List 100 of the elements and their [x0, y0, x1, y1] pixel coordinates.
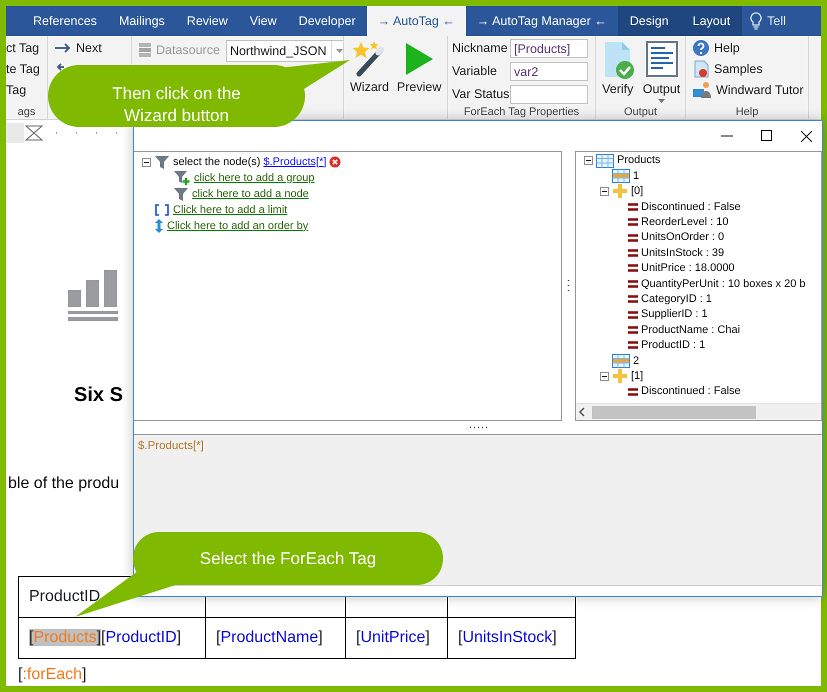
- funnel-plus-icon: [173, 170, 191, 186]
- ribbon-button[interactable]: te Tag: [6, 59, 43, 79]
- close-icon[interactable]: [801, 130, 812, 142]
- query-link[interactable]: Click here to add an order by: [167, 218, 308, 234]
- expression-text: $.Products[*]: [138, 440, 204, 452]
- equals-icon: [628, 234, 638, 242]
- ribbon-tab[interactable]: Developer: [288, 6, 367, 36]
- ribbon-button[interactable]: Help: [690, 38, 804, 58]
- delete-icon[interactable]: [329, 156, 342, 168]
- ribbon-tab[interactable]: Design: [618, 6, 681, 36]
- template-tag: [Products]: [29, 629, 102, 646]
- caret-icon: [336, 49, 343, 53]
- equals-icon: [628, 249, 638, 258]
- person-monitor-icon: [692, 81, 712, 99]
- equals-icon: [628, 341, 638, 350]
- tree-item[interactable]: CategoryID : 1: [641, 290, 712, 308]
- database-icon: [138, 42, 152, 58]
- equals-icon: [628, 218, 638, 226]
- ribbon-button[interactable]: Samples: [690, 59, 804, 79]
- equals-icon: [628, 388, 638, 396]
- next-button[interactable]: Next: [52, 38, 127, 58]
- tell-me-field[interactable]: Tell: [767, 12, 786, 30]
- tree-item[interactable]: Discontinued : False: [641, 198, 741, 216]
- right-arrow-icon: [54, 43, 72, 53]
- tree-item[interactable]: UnitsInStock : 39: [641, 244, 724, 262]
- funnel-icon: [173, 186, 189, 202]
- document-lines-icon: [644, 40, 678, 80]
- tree-item[interactable]: [1]: [631, 368, 644, 384]
- cross-icon: [612, 368, 628, 384]
- collapse-icon[interactable]: [584, 156, 593, 166]
- ribbon-tab[interactable]: → AutoTag ←: [366, 6, 466, 36]
- tree-item[interactable]: 2: [633, 352, 640, 370]
- maximize-icon[interactable]: [761, 130, 773, 142]
- ribbon-button[interactable]: Verify: [598, 38, 637, 105]
- query-link[interactable]: click here to add a node: [192, 186, 309, 202]
- tree-item[interactable]: [0]: [631, 183, 644, 200]
- ribbon-tab[interactable]: Layout: [680, 6, 742, 36]
- document-seal-icon: [692, 60, 710, 78]
- equals-icon: [628, 202, 638, 211]
- tree-item[interactable]: QuantityPerUnit : 10 boxes x 20 b: [641, 276, 806, 292]
- tree-item[interactable]: UnitPrice : 18.0000: [641, 260, 735, 277]
- ribbon-tab[interactable]: → AutoTag Manager ←: [466, 6, 618, 36]
- chart-icon: [68, 270, 120, 322]
- table-icon: [596, 154, 614, 168]
- equals-icon: [628, 295, 638, 304]
- ribbon-tab[interactable]: Mailings: [108, 6, 176, 36]
- document-heading: Six S: [74, 383, 123, 408]
- query-link[interactable]: Click here to add a limit: [173, 202, 288, 218]
- equals-icon: [628, 264, 638, 272]
- tree-item[interactable]: ProductName : Chai: [641, 322, 740, 338]
- table-icon: [612, 169, 630, 184]
- cross-icon: [612, 183, 628, 200]
- play-icon: [403, 40, 436, 78]
- document-text: ble of the produ: [8, 474, 120, 494]
- ribbon-tab[interactable]: View: [238, 6, 288, 36]
- collapse-icon[interactable]: [600, 186, 609, 196]
- left-arrow-icon[interactable]: [56, 63, 64, 71]
- tree-item[interactable]: Discontinued : False: [641, 383, 741, 400]
- ribbon-button[interactable]: Output: [640, 38, 682, 105]
- input-field[interactable]: [510, 85, 588, 104]
- collapse-icon[interactable]: [142, 158, 151, 166]
- equals-icon: [628, 310, 638, 319]
- query-link[interactable]: $.Products[*]: [263, 154, 326, 170]
- tree-item[interactable]: Products: [617, 152, 660, 169]
- horizontal-scrollbar[interactable]: [576, 403, 821, 420]
- input-field[interactable]: var2: [510, 62, 588, 81]
- collapse-icon[interactable]: [600, 372, 609, 381]
- tree-label: select the node(s): [173, 154, 260, 170]
- tree-item[interactable]: UnitsOnOrder : 0: [641, 229, 724, 246]
- input-field[interactable]: [Products]: [510, 39, 588, 58]
- up-down-arrow-icon: [154, 218, 164, 234]
- funnel-icon: [154, 154, 170, 170]
- help-icon: [692, 39, 710, 57]
- field-label: Var Status: [452, 86, 510, 104]
- ribbon-button[interactable]: ct Tag: [6, 38, 43, 58]
- group-label: Help: [734, 105, 760, 119]
- ribbon-button[interactable]: Preview: [394, 38, 444, 105]
- ribbon-tab[interactable]: References: [22, 6, 108, 36]
- lightbulb-icon[interactable]: [750, 12, 762, 30]
- caret-icon: [658, 98, 665, 103]
- table-header: ProductID: [29, 588, 100, 605]
- template-tag: [:forEach]: [18, 666, 86, 683]
- group-label: ForEach Tag Properties: [462, 105, 580, 119]
- ribbon-button[interactable]: Tag: [6, 80, 43, 100]
- tree-item[interactable]: 1: [633, 168, 640, 184]
- tree-item[interactable]: SupplierID : 1: [641, 306, 708, 323]
- field-label: Nickname: [452, 40, 509, 58]
- ribbon-button[interactable]: Windward Tutor: [690, 80, 804, 100]
- table-icon: [612, 354, 630, 368]
- tree-item[interactable]: ReorderLevel : 10: [641, 214, 728, 231]
- template-tag: [ProductID]: [101, 629, 182, 646]
- ribbon-tab[interactable]: Review: [176, 6, 239, 36]
- tree-item[interactable]: ProductID : 1: [641, 337, 706, 354]
- ribbon-button[interactable]: Wizard: [348, 38, 391, 105]
- equals-icon: [628, 326, 638, 334]
- group-label: Output: [622, 105, 658, 119]
- equals-icon: [628, 280, 638, 288]
- field-label: Variable: [452, 63, 498, 80]
- group-label: ags: [16, 105, 36, 119]
- query-link[interactable]: click here to add a group: [194, 170, 314, 186]
